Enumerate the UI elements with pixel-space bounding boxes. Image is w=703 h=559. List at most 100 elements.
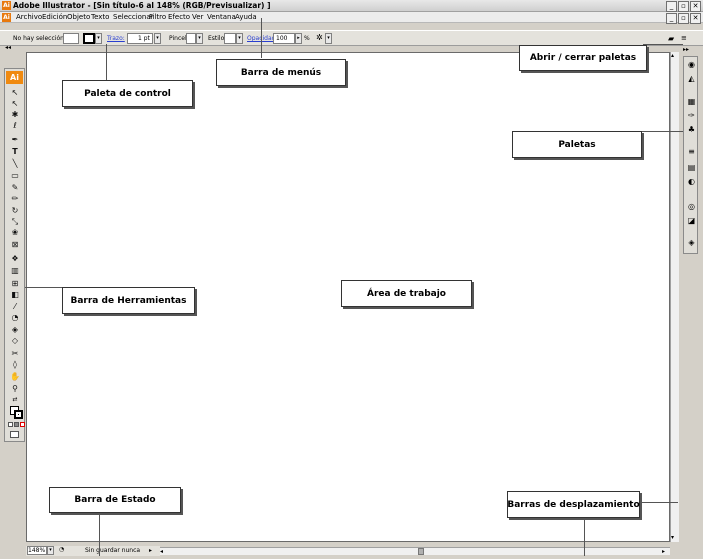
live-paint-tool-icon[interactable]: ◈ (10, 325, 20, 334)
pen-tool-icon[interactable]: ✒ (10, 135, 20, 144)
stroke-weight-dropdown-icon[interactable]: ▾ (154, 33, 161, 44)
stroke-weight-field[interactable]: 1 pt (127, 33, 153, 44)
screen-mode-button[interactable] (10, 431, 19, 438)
menu-efecto[interactable]: Efecto (168, 13, 190, 21)
doc-minimize-icon[interactable]: _ (666, 13, 677, 24)
opacity-dropdown-icon[interactable]: ▸ (295, 33, 302, 44)
none-mode-button[interactable] (20, 422, 25, 427)
brush-swatch[interactable] (186, 33, 196, 44)
stroke-dropdown-icon[interactable]: ▾ (95, 33, 102, 44)
color-mode-button[interactable] (8, 422, 13, 427)
live-paint-selection-tool-icon[interactable]: ◇ (10, 336, 20, 345)
hand-tool-icon[interactable]: ✋ (10, 372, 20, 381)
palettes-collapse-icon[interactable]: ▸▸ (683, 46, 689, 53)
type-tool-icon[interactable]: T (10, 147, 20, 156)
menu-bar-leader (261, 18, 262, 58)
scroll-up-icon[interactable]: ▴ (671, 52, 674, 59)
stroke-swatch[interactable] (83, 33, 95, 44)
layers-palette-icon[interactable]: ◈ (686, 238, 697, 248)
graphic-styles-palette-icon[interactable]: ◪ (686, 216, 697, 226)
rectangle-tool-icon[interactable]: ▭ (10, 171, 20, 180)
rotate-tool-icon[interactable]: ↻ (10, 206, 20, 215)
vertical-scrollbar[interactable]: ▴ ▾ (670, 52, 679, 542)
horizontal-scroll-thumb[interactable] (418, 548, 424, 555)
menu-ayuda[interactable]: Ayuda (235, 13, 257, 21)
fill-swatch[interactable] (63, 33, 79, 44)
selection-status: No hay selección (13, 35, 64, 42)
line-tool-icon[interactable]: ╲ (10, 159, 20, 168)
opacity-field[interactable]: 100 (273, 33, 295, 44)
appearance-palette-icon[interactable]: ◎ (686, 202, 697, 212)
selection-tool-icon[interactable]: ↖ (10, 88, 20, 97)
free-transform-tool-icon[interactable]: ⊠ (10, 240, 20, 249)
workspace-icon[interactable]: ▰ (668, 34, 674, 43)
menu-ventana[interactable]: Ventana (207, 13, 236, 21)
menu-objeto[interactable]: Objeto (67, 13, 90, 21)
status-text[interactable]: Sin guardar nunca (85, 547, 140, 554)
pencil-tool-icon[interactable]: ✏ (10, 194, 20, 203)
doc-icon: Ai (2, 13, 11, 22)
stroke-label[interactable]: Trazo: (107, 35, 125, 42)
magic-wand-tool-icon[interactable]: ✱ (10, 110, 20, 119)
brushes-palette-icon[interactable]: ✑ (686, 111, 697, 121)
zoom-tool-icon[interactable]: ⚲ (10, 384, 20, 393)
status-menu-icon[interactable]: ▸ (149, 547, 152, 554)
control-palette-leader (106, 44, 107, 81)
stroke-palette-icon[interactable]: ≡ (686, 147, 697, 157)
eyedropper-tool-icon[interactable]: ⁄ (10, 302, 20, 311)
callout-scrollbars: Barras de desplazamiento (507, 491, 640, 518)
restore-icon[interactable]: ▫ (678, 1, 689, 12)
blend-tool-icon[interactable]: ◔ (10, 313, 20, 322)
mesh-tool-icon[interactable]: ⊞ (10, 279, 20, 288)
eraser-tool-icon[interactable]: ◊ (10, 360, 20, 369)
palettes-dock: ◉ ◭ ▦ ✑ ♣ ≡ ▤ ◐ ◎ ◪ ◈ (683, 56, 698, 254)
scroll-down-icon[interactable]: ▾ (671, 534, 674, 541)
palette-menu-icon[interactable]: ≡ (681, 34, 687, 42)
opacity-percent: % (304, 35, 310, 42)
lasso-tool-icon[interactable]: ℓ (10, 121, 20, 130)
color-palette-icon[interactable]: ◉ (686, 60, 697, 70)
color-guide-icon[interactable]: ◭ (686, 74, 697, 84)
brush-dropdown-icon[interactable]: ▾ (196, 33, 203, 44)
scroll-left-icon[interactable]: ◂ (160, 548, 163, 555)
style-swatch[interactable] (224, 33, 236, 44)
paintbrush-tool-icon[interactable]: ✎ (10, 183, 20, 192)
zoom-dropdown-icon[interactable]: ▾ (47, 546, 54, 555)
scale-tool-icon[interactable]: ⤡ (10, 217, 20, 226)
menu-archivo[interactable]: Archivo (16, 13, 42, 21)
symbols-palette-icon[interactable]: ♣ (686, 125, 697, 135)
menu-filtro[interactable]: Filtro (149, 13, 166, 21)
callout-workspace: Área de trabajo (341, 280, 472, 307)
scroll-right-icon[interactable]: ▸ (662, 548, 665, 555)
menu-ver[interactable]: Ver (192, 13, 203, 21)
recolor-icon[interactable]: ✲ (316, 33, 323, 42)
symbol-sprayer-tool-icon[interactable]: ❖ (10, 254, 20, 263)
gradient-tool-icon[interactable]: ◧ (10, 290, 20, 299)
horizontal-scrollbar[interactable]: ◂ ▸ (160, 547, 670, 555)
app-icon: Ai (2, 1, 11, 10)
minimize-icon[interactable]: _ (666, 1, 677, 12)
swap-colors-icon[interactable]: ⇄ (10, 395, 20, 404)
menu-texto[interactable]: Texto (91, 13, 109, 21)
direct-selection-tool-icon[interactable]: ↖ (10, 99, 20, 108)
doc-restore-icon[interactable]: ▫ (678, 13, 689, 24)
scrollbars-leader-v (584, 516, 585, 556)
recolor-dropdown-icon[interactable]: ▾ (325, 33, 332, 44)
slice-tool-icon[interactable]: ✂ (10, 349, 20, 358)
warp-tool-icon[interactable]: ❀ (10, 228, 20, 237)
doc-close-icon[interactable]: ✕ (690, 13, 701, 24)
swatches-palette-icon[interactable]: ▦ (686, 97, 697, 107)
menu-bar: Ai Archivo Edición Objeto Texto Seleccio… (0, 12, 703, 24)
stroke-color-box[interactable] (14, 410, 23, 419)
menu-seleccionar[interactable]: Seleccionar (113, 13, 154, 21)
menu-edicion[interactable]: Edición (42, 13, 67, 21)
column-graph-tool-icon[interactable]: ▥ (10, 266, 20, 275)
zoom-field[interactable]: 148% (27, 546, 47, 555)
style-dropdown-icon[interactable]: ▾ (236, 33, 243, 44)
transparency-palette-icon[interactable]: ◐ (686, 177, 697, 187)
close-icon[interactable]: ✕ (690, 1, 701, 12)
gradient-mode-button[interactable] (14, 422, 19, 427)
toolbox-collapse-icon[interactable]: ◂◂ (5, 44, 11, 51)
gradient-palette-icon[interactable]: ▤ (686, 163, 697, 173)
callout-status-bar: Barra de Estado (49, 487, 181, 513)
